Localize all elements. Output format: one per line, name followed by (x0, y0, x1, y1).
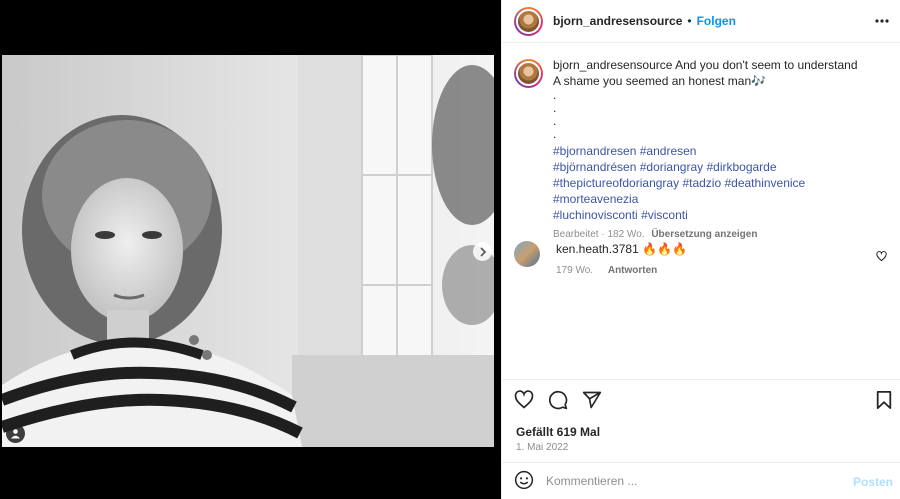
hashtag-list: #bjornandresen #andresen #björnandrésen … (553, 143, 893, 223)
tagged-users-button[interactable] (6, 424, 25, 443)
hashtag-link[interactable]: #thepictureofdoriangray (553, 176, 679, 190)
comment-time: 179 Wo. (556, 265, 594, 276)
likes-count[interactable]: Gefällt 619 Mal (516, 425, 600, 439)
caption-dot: . (553, 88, 557, 102)
caption-dot: . (553, 114, 557, 128)
hashtag-link[interactable]: #morteavenezia (553, 192, 638, 206)
heart-icon (876, 251, 887, 262)
photo-image (2, 55, 494, 447)
comment-text: 🔥🔥🔥 (642, 242, 687, 256)
caption-text-line1: And you don't seem to understand (675, 58, 858, 72)
like-comment-button[interactable] (876, 251, 887, 265)
comment-item: ken.heath.3781 🔥🔥🔥 179 Wo. Antworten (514, 241, 894, 279)
translate-link[interactable]: Übersetzung anzeigen (651, 229, 757, 240)
hashtag-link[interactable]: #visconti (641, 208, 688, 222)
comment-icon (548, 390, 568, 410)
emoji-button[interactable] (514, 470, 534, 493)
commenter-avatar[interactable] (514, 241, 540, 267)
hashtag-link[interactable]: #björnandrésen (553, 160, 636, 174)
post-date: 1. Mai 2022 (516, 442, 569, 453)
hashtag-link[interactable]: #luchinovisconti (553, 208, 638, 222)
follow-button[interactable]: Folgen (697, 14, 736, 28)
more-options-button[interactable] (875, 12, 889, 33)
hashtag-link[interactable]: #bjornandresen (553, 144, 636, 158)
user-tag-icon (11, 429, 20, 439)
header-separator: • (687, 14, 692, 28)
more-options-icon (875, 19, 889, 23)
caption-username[interactable]: bjorn_andresensource (553, 58, 672, 72)
save-button[interactable] (875, 390, 893, 413)
comment-input[interactable] (546, 474, 846, 488)
emoji-icon (514, 470, 534, 489)
hashtag-link[interactable]: #deathinvenice (724, 176, 805, 190)
post-comment-button[interactable]: Posten (853, 475, 893, 489)
like-button[interactable] (514, 390, 534, 413)
comment-button[interactable] (548, 390, 568, 413)
comment-body: ken.heath.3781 🔥🔥🔥 179 Wo. Antworten (556, 241, 687, 279)
comment-meta: 179 Wo. Antworten (556, 263, 687, 279)
post-actions: Gefällt 619 Mal 1. Mai 2022 (502, 379, 900, 462)
caption-text-line2: A shame you seemed an honest man🎶 (553, 74, 767, 88)
bookmark-icon (876, 391, 892, 409)
share-button[interactable] (582, 390, 602, 413)
post-photo[interactable] (2, 55, 494, 447)
author-avatar[interactable] (514, 6, 543, 36)
next-image-button[interactable] (473, 242, 492, 261)
caption-dot: . (553, 101, 557, 115)
hashtag-link[interactable]: #dirkbogarde (706, 160, 776, 174)
caption: bjorn_andresensource And you don't seem … (514, 57, 894, 243)
commenter-username[interactable]: ken.heath.3781 (556, 242, 639, 256)
add-comment-bar: Posten (502, 462, 900, 499)
share-icon (582, 391, 602, 409)
reply-button[interactable]: Antworten (608, 265, 657, 276)
post-media (0, 0, 501, 499)
caption-avatar[interactable] (514, 59, 543, 88)
hashtag-link[interactable]: #doriangray (640, 160, 703, 174)
heart-icon (514, 390, 534, 409)
caption-dot: . (553, 127, 557, 141)
chevron-right-icon (479, 246, 486, 257)
hashtag-link[interactable]: #andresen (640, 144, 697, 158)
caption-time: Bearbeitet · 182 Wo. (553, 229, 645, 240)
comments-section: bjorn_andresensource And you don't seem … (502, 43, 900, 379)
caption-body: bjorn_andresensource And you don't seem … (553, 57, 893, 243)
hashtag-link[interactable]: #tadzio (682, 176, 721, 190)
instagram-post: bjorn_andresensource • Folgen bjorn_andr… (0, 0, 900, 499)
author-username[interactable]: bjorn_andresensource (553, 14, 682, 28)
post-side-panel: bjorn_andresensource • Folgen bjorn_andr… (501, 0, 900, 499)
post-header: bjorn_andresensource • Folgen (502, 0, 900, 43)
